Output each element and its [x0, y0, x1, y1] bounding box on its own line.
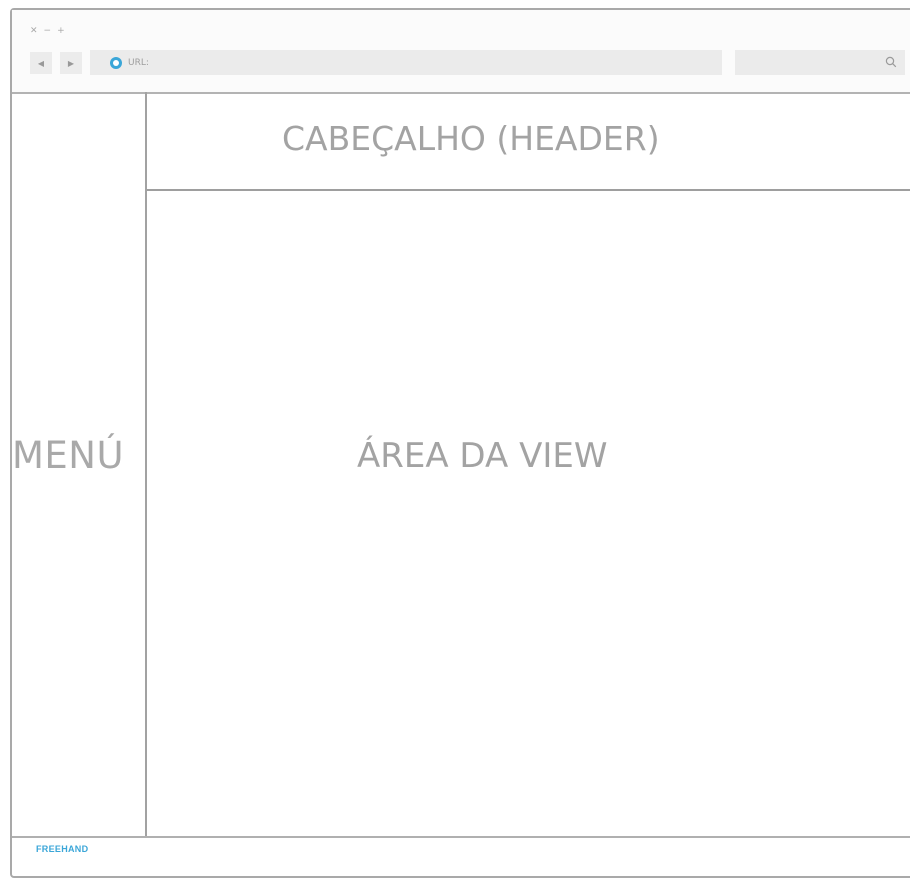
globe-icon: [110, 56, 122, 69]
forward-arrow-icon: ▶: [67, 58, 75, 68]
window-controls: ✕ − +: [30, 27, 65, 36]
search-input[interactable]: [735, 50, 905, 75]
header-label: CABEÇALHO (HEADER): [282, 119, 660, 158]
view-area-label: ÁREA DA VIEW: [357, 436, 608, 476]
browser-toolbar: ✕ − + ◀ ▶ URL:: [12, 10, 910, 94]
forward-button[interactable]: ▶: [60, 52, 82, 74]
brand-logo: FREEHAND: [36, 844, 89, 854]
menu-sidebar: MENÚ: [12, 92, 147, 838]
maximize-window-icon[interactable]: +: [57, 27, 65, 36]
back-button[interactable]: ◀: [30, 52, 52, 74]
menu-label: MENÚ: [12, 434, 125, 477]
url-input[interactable]: URL:: [90, 50, 722, 75]
page-header: CABEÇALHO (HEADER): [147, 92, 910, 191]
browser-window: ✕ − + ◀ ▶ URL: MENÚ CABEÇALHO (HEADER) Á…: [10, 8, 910, 878]
close-window-icon[interactable]: ✕: [30, 27, 38, 36]
minimize-window-icon[interactable]: −: [44, 27, 52, 36]
view-area: ÁREA DA VIEW: [147, 191, 910, 836]
footer: FREEHAND: [12, 836, 910, 878]
url-label: URL:: [128, 57, 149, 68]
back-arrow-icon: ◀: [37, 58, 45, 68]
search-icon[interactable]: [885, 56, 897, 68]
